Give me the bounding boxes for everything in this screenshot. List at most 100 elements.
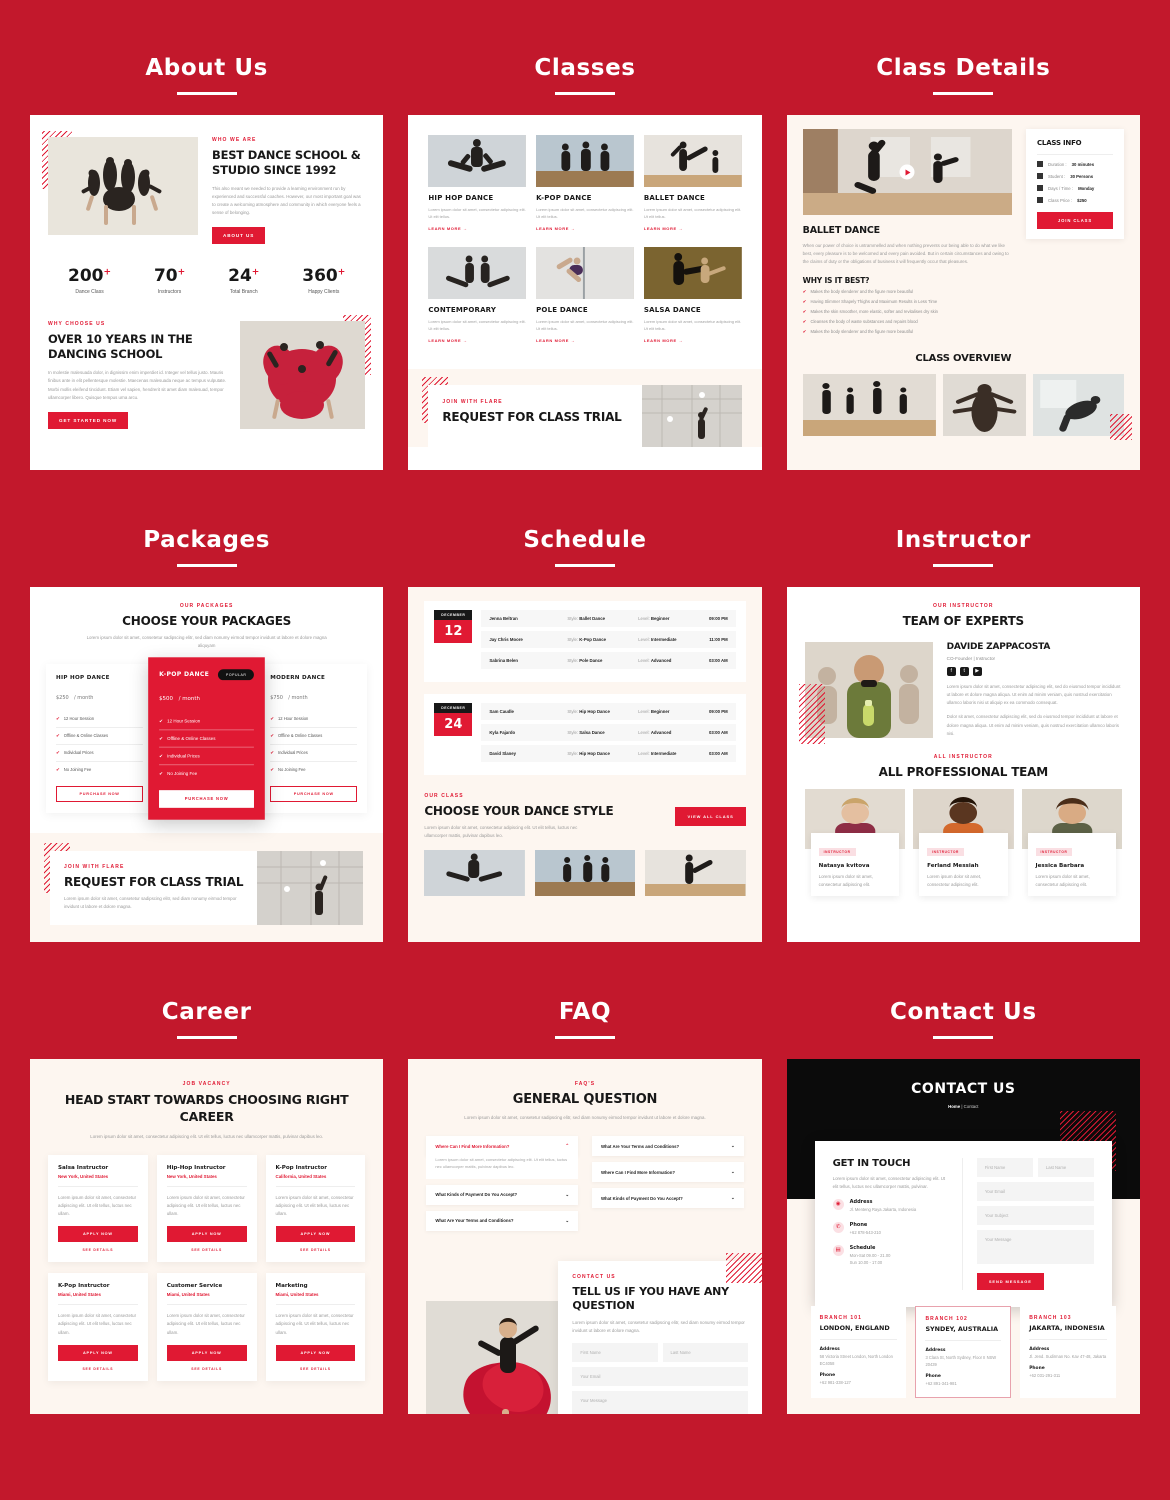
branch-card[interactable]: BRANCH 103 JAKARTA, INDONESIA Address Jl… [1020, 1306, 1116, 1398]
faq-question[interactable]: Where Can I Find More Information? ⌄ [591, 1162, 744, 1183]
branch-card[interactable]: BRANCH 102 SYNDEY, AUSTRALIA Address 3 C… [915, 1306, 1012, 1398]
learn-more-link[interactable]: LEARN MORE → [536, 338, 634, 343]
message-textarea[interactable]: Your Message [976, 1230, 1094, 1264]
job-title: K-Pop Instructor [275, 1164, 328, 1171]
faq-frame: FAQ'S GENERAL QUESTION Lorem ipsum dolor… [408, 1059, 762, 1414]
job-card[interactable]: Hip-Hop Instructor New York, United Stat… [156, 1154, 257, 1263]
team-member[interactable]: INSTRUCTOR Ferland Messiah Lorem ipsum d… [913, 789, 1014, 897]
pricing-card[interactable]: HIP HOP DANCE $250 / month ✔ 12 Hour Sess… [46, 664, 154, 814]
learn-more-link[interactable]: LEARN MORE → [428, 338, 526, 343]
pricing-card-featured[interactable]: K-POP DANCE POPULAR $500 / month ✔ 12 Hou… [148, 657, 266, 820]
apply-button[interactable]: APPLY NOW [58, 1226, 138, 1243]
ballet-class-image [802, 374, 936, 437]
learn-more-link[interactable]: LEARN MORE → [644, 226, 742, 231]
feature-list: ✔ 12 Hour Session ✔ Offline & Online Class… [270, 711, 358, 778]
purchase-button[interactable]: PURCHASE NOW [56, 786, 144, 803]
message-textarea[interactable]: Your Message [572, 1391, 748, 1414]
schedule-row[interactable]: David Slaney Style: Hip Hop Dance Level: I… [481, 745, 736, 762]
email-input[interactable]: Your Email [976, 1182, 1094, 1201]
instructor-name: David Slaney [489, 751, 517, 756]
facebook-icon[interactable]: f [946, 667, 956, 676]
job-desc: Lorem ipsum dolor sit amet, consectetur … [58, 1313, 137, 1335]
apply-button[interactable]: APPLY NOW [166, 1344, 247, 1361]
faq-question[interactable]: What Kinds of Payment Do You Accept? ⌄ [591, 1188, 744, 1209]
job-card[interactable]: K-Pop Instructor California, United Stat… [265, 1154, 366, 1263]
twitter-icon[interactable]: t [959, 667, 969, 676]
email-input[interactable]: Your Email [572, 1367, 748, 1387]
section-title: Instructor [895, 527, 1031, 553]
send-message-button[interactable]: SEND MESSAGE [976, 1273, 1044, 1290]
apply-button[interactable]: APPLY NOW [275, 1226, 356, 1243]
apply-button[interactable]: APPLY NOW [58, 1344, 138, 1361]
job-card[interactable]: Customer Service Miami, United States Lo… [156, 1273, 257, 1381]
youtube-icon[interactable]: ▶ [972, 667, 982, 676]
class-card[interactable]: K-POP DANCE Lorem ipsum dolor sit amet, … [536, 135, 634, 231]
pricing-card[interactable]: MODERN DANCE $750 / month ✔ 12 Hour Sessi… [260, 664, 368, 814]
purchase-button[interactable]: PURCHASE NOW [270, 786, 358, 803]
see-details-link[interactable]: SEE DETAILS [58, 1367, 138, 1371]
info-row: Days / Time : Monday [1037, 185, 1113, 191]
learn-more-link[interactable]: LEARN MORE → [644, 338, 742, 343]
faq-question[interactable]: What Are Your Terms and Conditions? ⌄ [591, 1136, 744, 1157]
class-card[interactable]: POLE DANCE Lorem ipsum dolor sit amet, c… [536, 247, 634, 343]
schedule-row[interactable]: Sam Caudle Style: Hip Hop Dance Level: Beg… [481, 703, 736, 720]
learn-more-link[interactable]: LEARN MORE → [428, 226, 526, 231]
schedule-row[interactable]: Jenna Beltran Style: Ballet Dance Level: B… [481, 610, 736, 627]
about-us-button[interactable]: ABOUT US [212, 227, 266, 245]
last-name-input[interactable]: Last Name [1037, 1158, 1095, 1177]
level-cell: Level: Advanced [638, 658, 672, 663]
apply-button[interactable]: APPLY NOW [166, 1226, 247, 1243]
class-card[interactable]: BALLET DANCE Lorem ipsum dolor sit amet,… [643, 135, 742, 231]
job-card[interactable]: K-Pop Instructor Miami, United States Lo… [48, 1273, 148, 1381]
job-location: Miami, United States [275, 1292, 319, 1298]
faq-question[interactable]: Where Can I Find More Information? ⌃ [426, 1136, 578, 1157]
first-name-input[interactable]: First Name [572, 1343, 658, 1363]
first-name-input[interactable]: First Name [976, 1158, 1033, 1177]
see-details-link[interactable]: SEE DETAILS [276, 1367, 356, 1371]
style-cell: Style: Pole Dance [567, 658, 603, 663]
dance-style-body: Lorem ipsum dolor sit amet, consectetur … [424, 825, 578, 839]
breadcrumb: Home | Contact [948, 1104, 979, 1109]
see-details-link[interactable]: SEE DETAILS [276, 1248, 356, 1252]
schedule-row[interactable]: Jay Chris Moore Style: K-Pop Dance Level: … [481, 631, 736, 648]
class-card[interactable]: SALSA DANCE Lorem ipsum dolor sit amet, … [643, 247, 742, 343]
subject-input[interactable]: Your Subject [976, 1206, 1094, 1225]
check-icon: ✔ [56, 767, 60, 773]
play-button-icon[interactable] [899, 164, 915, 180]
view-all-class-button[interactable]: VIEW ALL CLASS [675, 807, 746, 827]
last-name-input[interactable]: Last Name [662, 1343, 748, 1363]
breadcrumb-home[interactable]: Home [948, 1104, 960, 1109]
feature-item: ✔ 12 Hour Session [56, 711, 144, 729]
career-heading: HEAD START TOWARDS CHOOSING RIGHT CAREER [64, 1092, 349, 1124]
instructor-bio-2: Dolor sit amet, consectetur adipiscing e… [946, 714, 1119, 736]
class-desc: Lorem ipsum dolor sit amet, consectetur … [643, 319, 742, 331]
job-card[interactable]: Salsa Instructor New York, United States… [48, 1154, 148, 1263]
apply-button[interactable]: APPLY NOW [275, 1344, 356, 1361]
faq-question[interactable]: What Kinds of Payment Do You Accept? ⌄ [426, 1184, 578, 1205]
plan-name: HIP HOP DANCE [56, 675, 110, 682]
branch-card[interactable]: BRANCH 101 LONDON, ENGLAND Address 58 Vi… [810, 1306, 907, 1398]
team-member[interactable]: INSTRUCTOR Natasya kvitova Lorem ipsum d… [804, 789, 906, 897]
phone-label: Phone [925, 1374, 941, 1380]
clock-icon [1037, 161, 1043, 167]
purchase-button[interactable]: PURCHASE NOW [159, 790, 255, 808]
class-card[interactable]: HIP HOP DANCE Lorem ipsum dolor sit amet… [428, 135, 527, 231]
job-title: Salsa Instructor [58, 1164, 109, 1171]
class-video-thumb[interactable] [802, 129, 1012, 215]
schedule-row[interactable]: Kyla Fajardo Style: Salsa Dance Level: Adv… [481, 724, 736, 741]
see-details-link[interactable]: SEE DETAILS [167, 1367, 247, 1371]
style-image [645, 850, 746, 897]
see-details-link[interactable]: SEE DETAILS [58, 1248, 138, 1252]
about-body: This also meant we needed to provide a l… [212, 185, 361, 216]
team-member[interactable]: INSTRUCTOR Jessica Barbara Lorem ipsum d… [1021, 789, 1122, 897]
join-class-button[interactable]: JOIN CLASS [1037, 212, 1113, 229]
section-title: Packages [143, 527, 271, 553]
learn-more-link[interactable]: LEARN MORE → [536, 226, 634, 231]
faq-question[interactable]: What Are Your Terms and Conditions? ⌄ [426, 1210, 578, 1231]
get-started-button[interactable]: GET STARTED NOW [48, 411, 129, 429]
schedule-row[interactable]: Sabrina Belen Style: Pole Dance Level: Adv… [481, 652, 736, 669]
title-underline [554, 1036, 615, 1039]
see-details-link[interactable]: SEE DETAILS [167, 1248, 247, 1252]
job-card[interactable]: Marketing Miami, United States Lorem ips… [265, 1273, 366, 1381]
class-card[interactable]: CONTEMPORARY Lorem ipsum dolor sit amet,… [428, 247, 527, 343]
